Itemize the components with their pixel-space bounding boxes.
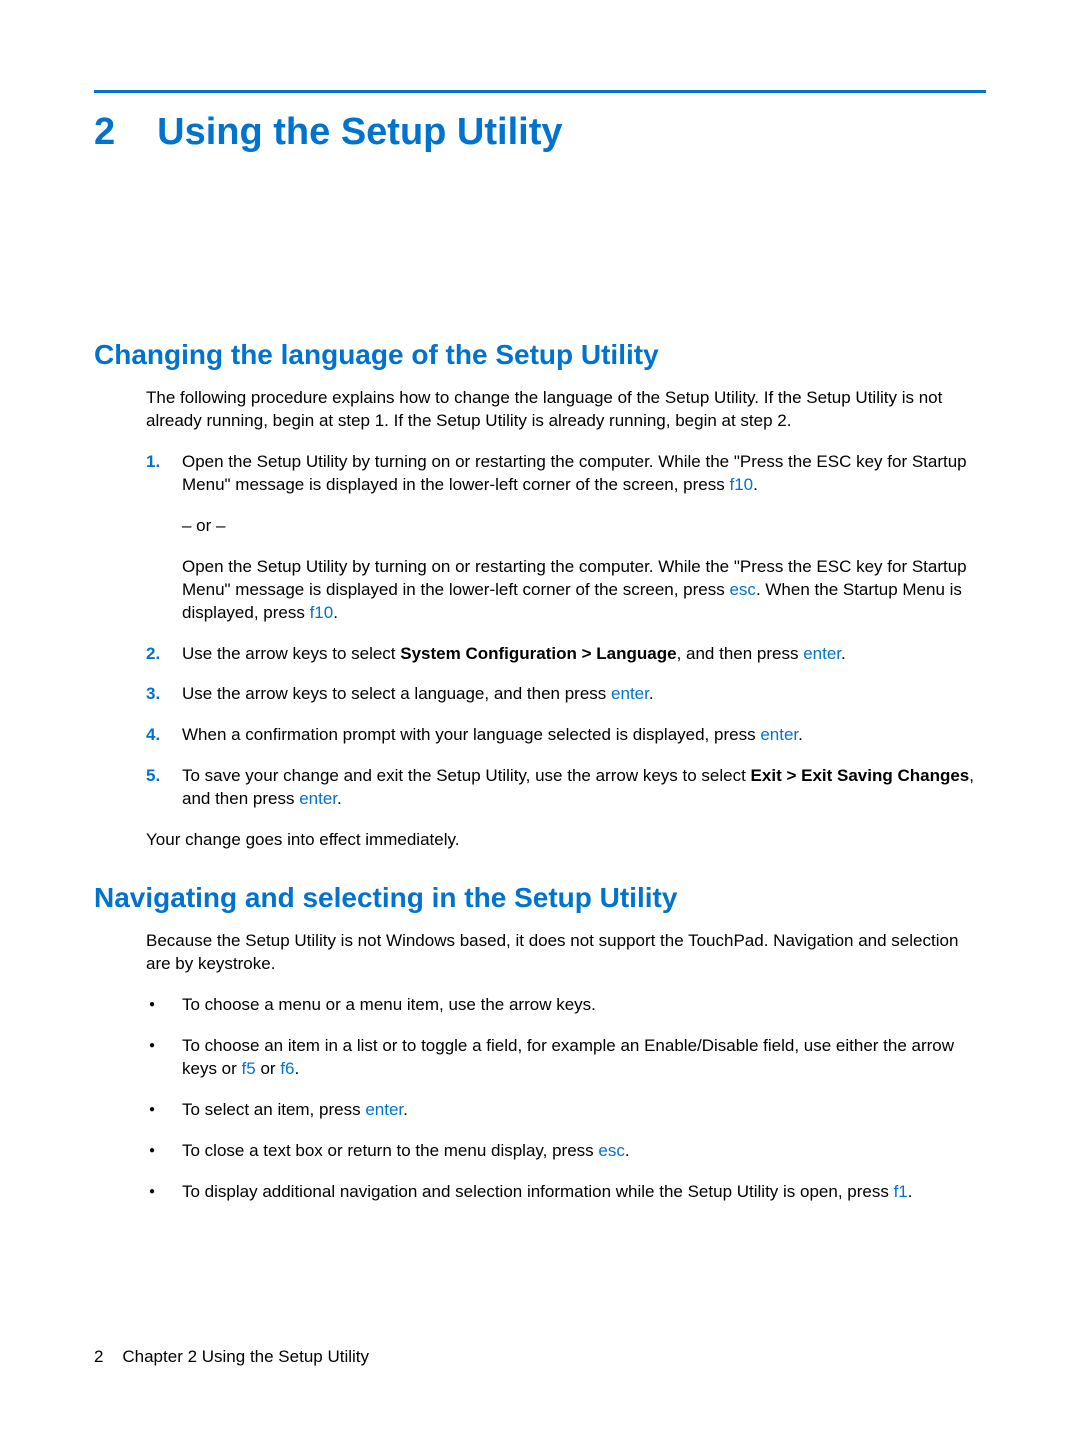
key-f6: f6 [280,1059,294,1078]
key-f1: f1 [894,1182,908,1201]
b5-text-a: To display additional navigation and sel… [182,1182,894,1201]
section1-steps: Open the Setup Utility by turning on or … [146,451,986,811]
step-5: To save your change and exit the Setup U… [146,765,986,811]
step5-bold: Exit > Exit Saving Changes [751,766,970,785]
key-enter-4: enter [760,725,798,744]
key-f10-b: f10 [310,603,334,622]
chapter-title: Using the Setup Utility [157,111,562,154]
b5-period: . [908,1182,913,1201]
key-f5: f5 [242,1059,256,1078]
step2-bold: System Configuration > Language [400,644,676,663]
key-enter-3: enter [611,684,649,703]
b4-text-a: To close a text box or return to the men… [182,1141,598,1160]
b2-or: or [256,1059,281,1078]
footer-chapter: Chapter 2 Using the Setup Utility [122,1347,369,1366]
bullet-4: To close a text box or return to the men… [146,1140,986,1163]
bullet-2: To choose an item in a list or to toggle… [146,1035,986,1081]
step1-period-b: . [333,603,338,622]
section2-intro: Because the Setup Utility is not Windows… [146,930,986,976]
key-enter-2: enter [803,644,841,663]
step3-period: . [649,684,654,703]
step-1: Open the Setup Utility by turning on or … [146,451,986,625]
b2-period: . [294,1059,299,1078]
section2-bullets: To choose a menu or a menu item, use the… [146,994,986,1204]
b4-period: . [625,1141,630,1160]
chapter-heading: 2 Using the Setup Utility [94,111,986,154]
step1-text-a: Open the Setup Utility by turning on or … [182,452,967,494]
key-f10: f10 [729,475,753,494]
step5-period: . [337,789,342,808]
b3-period: . [403,1100,408,1119]
step4-period: . [798,725,803,744]
step-2: Use the arrow keys to select System Conf… [146,643,986,666]
step-4: When a confirmation prompt with your lan… [146,724,986,747]
step4-text-a: When a confirmation prompt with your lan… [182,725,760,744]
step2-text-a: Use the arrow keys to select [182,644,400,663]
step-3: Use the arrow keys to select a language,… [146,683,986,706]
key-esc-b4: esc [598,1141,624,1160]
bullet-5: To display additional navigation and sel… [146,1181,986,1204]
step5-text-a: To save your change and exit the Setup U… [182,766,751,785]
b3-text-a: To select an item, press [182,1100,365,1119]
chapter-rule [94,90,986,93]
step1-or: – or – [182,515,986,538]
step3-text-a: Use the arrow keys to select a language,… [182,684,611,703]
bullet-3: To select an item, press enter. [146,1099,986,1122]
section1-heading: Changing the language of the Setup Utili… [94,339,986,371]
chapter-number: 2 [94,111,115,154]
key-esc: esc [729,580,755,599]
section1-closing: Your change goes into effect immediately… [146,829,986,852]
step1-alt: Open the Setup Utility by turning on or … [182,556,986,625]
key-enter-5: enter [299,789,337,808]
footer-pagenum: 2 [94,1347,103,1366]
step2-period: . [841,644,846,663]
section1-intro: The following procedure explains how to … [146,387,986,433]
page-footer: 2 Chapter 2 Using the Setup Utility [94,1347,369,1367]
step1-period: . [753,475,758,494]
section2-heading: Navigating and selecting in the Setup Ut… [94,882,986,914]
step2-text-b: , and then press [677,644,804,663]
bullet-1: To choose a menu or a menu item, use the… [146,994,986,1017]
key-enter-b3: enter [365,1100,403,1119]
